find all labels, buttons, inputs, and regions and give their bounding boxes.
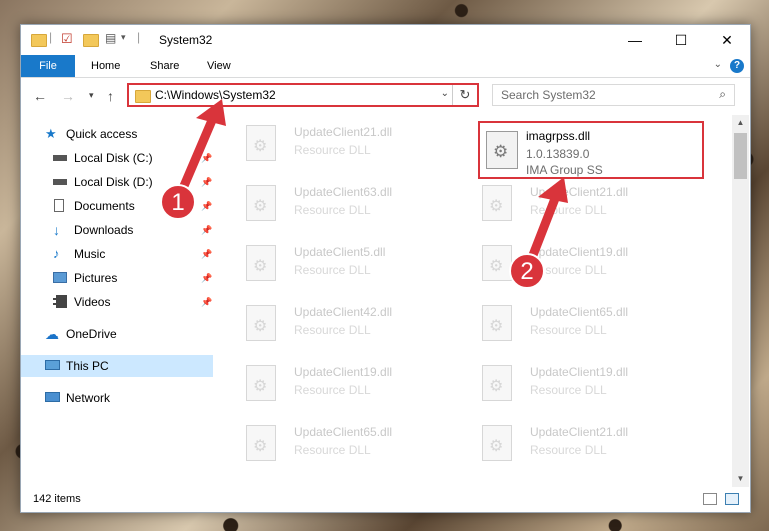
drive-icon xyxy=(53,179,67,185)
scroll-up-icon[interactable]: ▲ xyxy=(732,115,749,131)
scroll-down-icon[interactable]: ▼ xyxy=(732,471,749,487)
navigation-bar: ← → ▾ ↑ C:\Windows\System32 ⌄ ↻ Search S… xyxy=(21,78,750,114)
list-item[interactable]: UpdateClient5.dll Resource DLL xyxy=(220,239,420,289)
dll-file-icon xyxy=(482,425,512,461)
address-path[interactable]: C:\Windows\System32 xyxy=(155,88,276,102)
list-item[interactable]: UpdateClient21.dll Resource DLL xyxy=(220,119,420,169)
search-icon[interactable]: ⌕ xyxy=(719,87,726,102)
tab-home[interactable]: Home xyxy=(91,55,120,77)
picture-icon xyxy=(53,272,67,283)
sidebar-item-local-disk-c[interactable]: Local Disk (C:) 📌 xyxy=(21,147,213,169)
file-version: 1.0.13839.0 xyxy=(526,147,590,161)
sidebar-item-network[interactable]: Network xyxy=(21,387,213,409)
document-icon xyxy=(54,199,64,212)
forward-button[interactable]: → xyxy=(61,88,75,104)
help-icon[interactable]: ? xyxy=(730,59,744,73)
new-folder-icon[interactable] xyxy=(83,34,99,47)
chevron-down-icon[interactable]: ⌄ xyxy=(441,88,449,99)
maximize-button[interactable]: ☐ xyxy=(658,25,704,55)
dll-file-icon xyxy=(486,131,518,169)
sidebar-item-this-pc[interactable]: This PC xyxy=(21,355,213,377)
scroll-thumb[interactable] xyxy=(734,133,747,179)
list-item[interactable]: UpdateClient19.dll Resource DLL xyxy=(220,359,420,409)
list-item[interactable]: UpdateClient65.dll Resource DLL xyxy=(456,299,656,349)
sidebar-item-downloads[interactable]: ↓ Downloads 📌 xyxy=(21,219,213,241)
sidebar-item-videos[interactable]: Videos 📌 xyxy=(21,291,213,313)
download-icon: ↓ xyxy=(53,222,60,238)
recent-locations-icon[interactable]: ▾ xyxy=(89,90,94,101)
file-name: imagrpss.dll xyxy=(526,129,591,143)
tab-file[interactable]: File xyxy=(21,55,75,77)
list-item[interactable]: UpdateClient19.dll Resource DLL xyxy=(456,239,656,289)
up-button[interactable]: ↑ xyxy=(107,88,114,104)
video-icon xyxy=(53,295,67,308)
drive-icon xyxy=(53,155,67,161)
list-item[interactable]: UpdateClient63.dll Resource DLL xyxy=(220,179,420,229)
dll-file-icon xyxy=(482,305,512,341)
sidebar-item-quick-access[interactable]: ★ Quick access xyxy=(21,123,213,145)
list-item[interactable]: UpdateClient65.dll Resource DLL xyxy=(220,419,420,469)
pin-icon[interactable]: 📌 xyxy=(201,171,212,193)
item-count: 142 items xyxy=(33,493,81,505)
dll-file-icon xyxy=(246,245,276,281)
navigation-pane: ★ Quick access Local Disk (C:) 📌 Local D… xyxy=(21,115,213,487)
list-item[interactable]: UpdateClient21.dll Resource DLL xyxy=(456,419,656,469)
separator-icon: | xyxy=(49,30,53,44)
tiles-view-icon[interactable] xyxy=(725,493,739,505)
music-icon: ♪ xyxy=(53,246,60,261)
tab-share[interactable]: Share xyxy=(150,55,179,77)
status-bar: 142 items xyxy=(21,488,750,511)
tab-view[interactable]: View xyxy=(207,55,231,77)
details-view-icon[interactable] xyxy=(703,493,717,505)
pin-icon[interactable]: 📌 xyxy=(201,147,212,169)
chevron-down-icon[interactable]: ▾ xyxy=(121,32,126,50)
refresh-icon[interactable]: ↻ xyxy=(452,85,477,105)
back-button[interactable]: ← xyxy=(33,88,47,104)
dll-file-icon xyxy=(246,305,276,341)
file-list: UpdateClient21.dll Resource DLL UpdateCl… xyxy=(214,115,731,487)
vertical-scrollbar[interactable]: ▲ ▼ xyxy=(732,115,749,487)
pin-icon[interactable]: 📌 xyxy=(201,219,212,241)
address-bar[interactable]: C:\Windows\System32 ⌄ ↻ xyxy=(127,83,479,107)
pin-icon[interactable]: 📌 xyxy=(201,243,212,265)
dll-file-icon xyxy=(482,185,512,221)
pin-icon[interactable]: 📌 xyxy=(201,267,212,289)
computer-icon xyxy=(45,360,60,370)
folder-icon xyxy=(31,34,47,47)
pin-icon[interactable]: 📌 xyxy=(201,195,212,217)
cloud-icon: ☁ xyxy=(45,326,59,342)
separator-icon: | xyxy=(137,30,141,44)
list-item[interactable]: UpdateClient19.dll Resource DLL xyxy=(456,359,656,409)
highlighted-file-imagrpss[interactable]: imagrpss.dll 1.0.13839.0 IMA Group SS xyxy=(478,121,704,179)
sidebar-item-pictures[interactable]: Pictures 📌 xyxy=(21,267,213,289)
sidebar-item-music[interactable]: ♪ Music 📌 xyxy=(21,243,213,265)
sidebar-item-onedrive[interactable]: ☁ OneDrive xyxy=(21,323,213,345)
properties-icon[interactable]: ☑ xyxy=(61,31,73,49)
explorer-window: | ☑ ▤ ▾ | System32 — ☐ ✕ File Home Share… xyxy=(20,24,751,513)
minimize-button[interactable]: — xyxy=(612,25,658,55)
search-box[interactable]: Search System32 ⌕ xyxy=(492,84,735,106)
dll-file-icon xyxy=(246,425,276,461)
title-bar: | ☑ ▤ ▾ | System32 — ☐ ✕ xyxy=(21,25,750,55)
window-title: System32 xyxy=(159,33,213,47)
dll-file-icon xyxy=(246,365,276,401)
sidebar-item-local-disk-d[interactable]: Local Disk (D:) 📌 xyxy=(21,171,213,193)
pin-icon[interactable]: 📌 xyxy=(201,291,212,313)
sidebar-item-documents[interactable]: Documents 📌 xyxy=(21,195,213,217)
ribbon-expand-icon[interactable]: ⌄ xyxy=(714,59,722,70)
file-company: IMA Group SS xyxy=(526,163,603,177)
dll-file-icon xyxy=(246,125,276,161)
dll-file-icon xyxy=(482,245,512,281)
folder-icon xyxy=(135,90,151,103)
dll-file-icon xyxy=(246,185,276,221)
search-input[interactable]: Search System32 xyxy=(501,88,596,102)
dll-file-icon xyxy=(482,365,512,401)
close-button[interactable]: ✕ xyxy=(704,25,750,55)
list-item[interactable]: UpdateClient21.dll Resource DLL xyxy=(456,179,656,229)
ribbon-tabs: File Home Share View ⌄ ? xyxy=(21,55,750,78)
star-icon: ★ xyxy=(45,126,57,141)
list-item[interactable]: UpdateClient42.dll Resource DLL xyxy=(220,299,420,349)
network-icon xyxy=(45,392,60,402)
customize-icon[interactable]: ▤ xyxy=(105,31,116,49)
